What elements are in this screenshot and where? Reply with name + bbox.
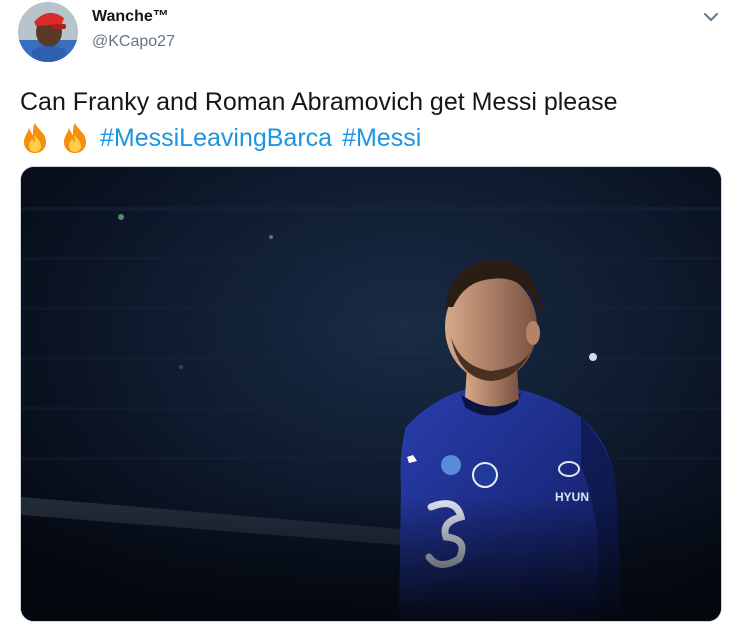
tweet-line-2: #MessiLeavingBarca #Messi bbox=[20, 120, 730, 156]
chevron-down-icon[interactable] bbox=[702, 8, 720, 26]
user-info: Wanche™ @KCapo27 bbox=[92, 6, 175, 53]
fire-emoji bbox=[60, 122, 90, 154]
tweet-body: Can Franky and Roman Abramovich get Mess… bbox=[20, 88, 618, 116]
tweet-card: Wanche™ @KCapo27 Can Franky and Roman Ab… bbox=[0, 0, 750, 626]
tweet-photo[interactable]: HYUN bbox=[20, 166, 722, 622]
fire-emoji bbox=[20, 122, 50, 154]
photo-image: HYUN bbox=[21, 167, 721, 621]
display-name[interactable]: Wanche™ bbox=[92, 6, 175, 28]
avatar[interactable] bbox=[18, 2, 78, 62]
avatar-image bbox=[18, 2, 78, 62]
hashtag-messileavingbarca[interactable]: #MessiLeavingBarca bbox=[100, 120, 332, 156]
user-handle[interactable]: @KCapo27 bbox=[92, 31, 175, 53]
tweet-text: Can Franky and Roman Abramovich get Mess… bbox=[20, 84, 730, 156]
hashtag-messi[interactable]: #Messi bbox=[342, 120, 421, 156]
